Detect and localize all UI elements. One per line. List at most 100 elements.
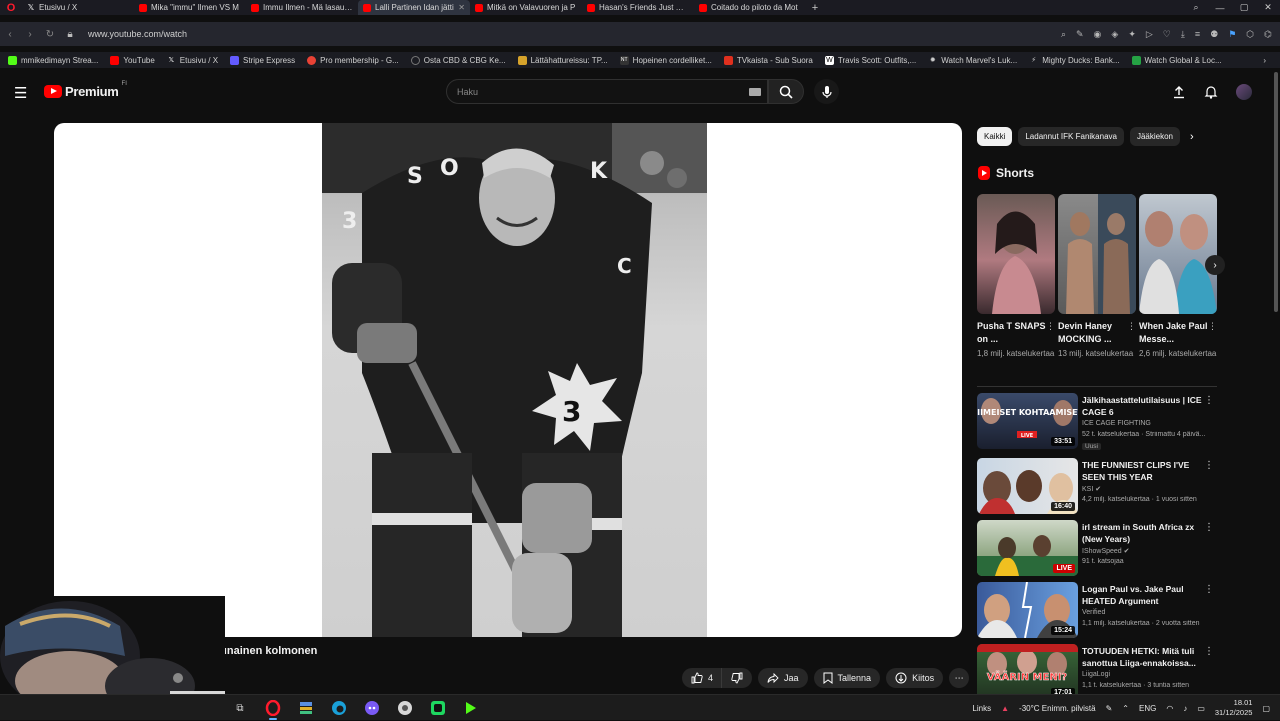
- video-thumbnail[interactable]: VIIMEISET KOHTAAMISET LIVE 33:51: [977, 393, 1078, 449]
- menu-icon[interactable]: ≡: [1195, 29, 1200, 40]
- bookmark[interactable]: Pro membership - G...: [307, 55, 399, 65]
- task-view-icon[interactable]: ⧉: [230, 698, 250, 718]
- heart-icon[interactable]: ♡: [1163, 29, 1171, 40]
- thanks-button[interactable]: Kiitos: [886, 668, 944, 688]
- vpn-icon[interactable]: ⚑: [1228, 29, 1236, 40]
- kebab-menu-icon[interactable]: ⋮: [1204, 522, 1214, 533]
- short-thumbnail[interactable]: [1139, 194, 1217, 314]
- video-thumbnail[interactable]: 16:40: [977, 458, 1078, 514]
- browser-tab[interactable]: Mitkä on Valavuoren ja P: [470, 0, 582, 15]
- new-tab-icon[interactable]: +: [806, 2, 824, 14]
- youtube-logo[interactable]: Premium FI: [44, 81, 127, 99]
- keyboard-icon[interactable]: [749, 88, 761, 96]
- kebab-menu-icon[interactable]: ⋮: [1204, 395, 1214, 406]
- search-tabs-icon[interactable]: ⌕: [1184, 2, 1208, 13]
- language-indicator[interactable]: ENG: [1139, 704, 1156, 713]
- back-icon[interactable]: ‹: [0, 29, 20, 40]
- voice-search-button[interactable]: [814, 79, 839, 104]
- discord-icon[interactable]: [362, 698, 382, 718]
- obs-icon[interactable]: [395, 698, 415, 718]
- links-label[interactable]: Links: [972, 704, 991, 713]
- short-thumbnail[interactable]: [1058, 194, 1136, 314]
- bookmark[interactable]: ⚡︎ Mighty Ducks: Bank...: [1029, 56, 1119, 65]
- bookmark[interactable]: NT Hopeinen cordelliket...: [619, 55, 712, 65]
- spotify-like-icon[interactable]: [428, 698, 448, 718]
- aria-icon[interactable]: ⌬: [1264, 29, 1272, 40]
- browser-tab[interactable]: 𝕏 Etusivu / X: [22, 0, 134, 15]
- notifications-icon[interactable]: ▢: [1262, 704, 1270, 713]
- camera-icon[interactable]: ◉: [1094, 29, 1102, 40]
- kick-app-icon[interactable]: [461, 698, 481, 718]
- browser-tab[interactable]: Coitado do piloto da Mot: [694, 0, 806, 15]
- shield-icon[interactable]: ◈: [1111, 29, 1118, 40]
- chip-all[interactable]: Kaikki: [977, 127, 1013, 146]
- browser-tab[interactable]: Hasan's Friends Just Expo: [582, 0, 694, 15]
- video-thumbnail[interactable]: VÄÄRIN MENI? 17:01: [977, 644, 1078, 700]
- video-thumbnail[interactable]: LIVE: [977, 520, 1078, 576]
- opera-menu-icon[interactable]: O: [0, 0, 22, 15]
- hamburger-menu-icon[interactable]: ☰: [14, 84, 27, 102]
- play-icon[interactable]: ▷: [1146, 29, 1153, 40]
- chip-topic[interactable]: Jääkiekon: [1129, 127, 1180, 146]
- video-title[interactable]: TOTUUDEN HETKI: Mitä tuli sanottua Liiga…: [1082, 645, 1207, 669]
- video-thumbnail[interactable]: 15:24: [977, 582, 1078, 638]
- short-thumbnail[interactable]: [977, 194, 1055, 314]
- kebab-menu-icon[interactable]: ⋮: [1127, 320, 1136, 346]
- search-input[interactable]: Haku: [446, 79, 768, 104]
- bookmark[interactable]: YouTube: [110, 55, 155, 65]
- cube-icon[interactable]: ⬡: [1246, 29, 1254, 40]
- chip-channel[interactable]: Ladannut IFK Fanikanava: [1018, 127, 1124, 146]
- clock[interactable]: 18.01 31/12/2025: [1215, 698, 1253, 718]
- kebab-menu-icon[interactable]: ⋮: [1204, 460, 1214, 471]
- channel-name[interactable]: LiigaLogi: [1082, 671, 1110, 678]
- maximize-icon[interactable]: ▢: [1232, 2, 1256, 13]
- channel-name[interactable]: KSI ✔: [1082, 485, 1101, 493]
- pen-icon[interactable]: ✎: [1106, 704, 1113, 713]
- video-title[interactable]: Logan Paul vs. Jake Paul HEATED Argument: [1082, 583, 1207, 607]
- shorts-next-button[interactable]: ›: [1205, 255, 1225, 275]
- bookmark[interactable]: Stripe Express: [230, 55, 295, 65]
- bookmark[interactable]: mmikedimayn Strea...: [8, 55, 98, 65]
- video-title[interactable]: irl stream in South Africa zx (New Years…: [1082, 521, 1207, 545]
- lock-icon[interactable]: 🔒︎: [60, 29, 80, 40]
- minimize-icon[interactable]: —: [1208, 3, 1232, 13]
- notifications-bell-icon[interactable]: [1204, 85, 1218, 99]
- search-button[interactable]: [768, 79, 804, 104]
- bookmark[interactable]: ✹ Watch Marvel's Luk...: [928, 56, 1017, 65]
- wifi-icon[interactable]: ◠: [1166, 704, 1173, 713]
- more-actions-button[interactable]: ⋯: [949, 668, 970, 688]
- short-item[interactable]: When Jake Paul Messe... ⋮ 2,6 milj. katse…: [1139, 194, 1217, 359]
- account-icon[interactable]: ⚉: [1210, 29, 1218, 40]
- recommended-video[interactable]: LIVE irl stream in South Africa zx (New …: [977, 520, 1222, 578]
- stack-app-icon[interactable]: [296, 698, 316, 718]
- browser-tab[interactable]: Immu Ilmen - Mä lasautan: [246, 0, 358, 15]
- url-field[interactable]: www.youtube.com/watch: [88, 29, 187, 39]
- browser-tab-active[interactable]: Lalli Partinen Idan jätti ✕: [358, 0, 470, 15]
- recommended-video[interactable]: 15:24 Logan Paul vs. Jake Paul HEATED Ar…: [977, 582, 1222, 640]
- channel-name[interactable]: ICE CAGE FIGHTING: [1082, 420, 1151, 427]
- bookmark[interactable]: Watch Global & Loc...: [1131, 55, 1222, 65]
- browser-tab[interactable]: Mika "immu" Ilmen VS M: [134, 0, 246, 15]
- edge-icon[interactable]: [329, 698, 349, 718]
- share-button[interactable]: Jaa: [758, 668, 808, 688]
- chevron-right-icon[interactable]: ›: [1190, 127, 1194, 146]
- page-scrollbar[interactable]: [1274, 72, 1278, 312]
- channel-name[interactable]: IShowSpeed ✔: [1082, 547, 1130, 555]
- bookmark[interactable]: Osta CBD & CBG Ke...: [410, 55, 506, 65]
- recommended-video[interactable]: VIIMEISET KOHTAAMISET LIVE 33:51 Jälkihaa…: [977, 393, 1222, 451]
- channel-name[interactable]: Verified: [1082, 609, 1105, 616]
- short-item[interactable]: Devin Haney MOCKING ... ⋮ 13 milj. katsel…: [1058, 194, 1136, 359]
- opera-gx-icon[interactable]: [263, 698, 283, 720]
- close-window-icon[interactable]: ✕: [1256, 2, 1280, 13]
- kebab-menu-icon[interactable]: ⋮: [1204, 646, 1214, 657]
- reload-icon[interactable]: ↻: [40, 29, 60, 40]
- more-bookmarks-icon[interactable]: ›: [1263, 56, 1266, 65]
- avatar[interactable]: [1236, 84, 1252, 100]
- save-button[interactable]: Tallenna: [813, 668, 881, 688]
- battery-icon[interactable]: ▭: [1197, 704, 1205, 713]
- search-page-icon[interactable]: ⌕: [1061, 29, 1066, 40]
- download-icon[interactable]: ⤓: [1181, 29, 1185, 40]
- short-item[interactable]: Pusha T SNAPS on ... ⋮ 1,8 milj. katseluk…: [977, 194, 1055, 359]
- bookmark[interactable]: 𝕏 Etusivu / X: [167, 56, 218, 65]
- bookmark[interactable]: W Travis Scott: Outfits,...: [824, 55, 916, 65]
